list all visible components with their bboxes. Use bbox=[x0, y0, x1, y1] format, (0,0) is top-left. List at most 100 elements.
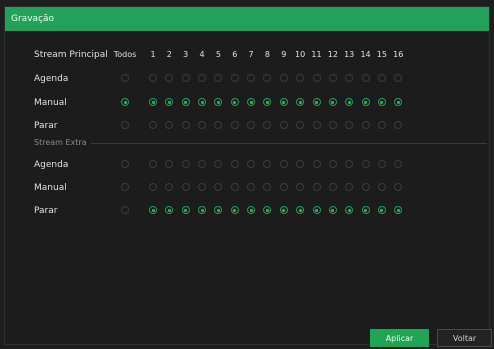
back-button[interactable]: Voltar bbox=[437, 329, 492, 347]
todos-radio[interactable] bbox=[121, 160, 129, 168]
channel-radio-5[interactable] bbox=[214, 121, 223, 129]
channel-radio-5[interactable] bbox=[214, 98, 223, 106]
channel-radio-6[interactable] bbox=[230, 121, 239, 129]
channel-radio-1[interactable] bbox=[149, 98, 157, 106]
channel-radio-16[interactable] bbox=[394, 74, 403, 82]
channel-radio-2[interactable] bbox=[165, 206, 174, 214]
channel-radio-15[interactable] bbox=[377, 98, 386, 106]
channel-radio-10[interactable] bbox=[296, 206, 305, 214]
channel-radio-7[interactable] bbox=[247, 183, 256, 191]
channel-radio-15[interactable] bbox=[377, 183, 386, 191]
channel-radio-14[interactable] bbox=[361, 160, 370, 168]
channel-radio-3[interactable] bbox=[181, 160, 190, 168]
channel-radio-1[interactable] bbox=[149, 206, 157, 214]
channel-radio-3[interactable] bbox=[181, 98, 190, 106]
channel-radio-4[interactable] bbox=[198, 183, 207, 191]
channel-radio-14[interactable] bbox=[361, 74, 370, 82]
channel-radio-7[interactable] bbox=[247, 206, 256, 214]
channel-radio-1[interactable] bbox=[149, 74, 157, 82]
channel-radio-2[interactable] bbox=[165, 98, 174, 106]
channel-radio-4[interactable] bbox=[198, 160, 207, 168]
channel-radio-10[interactable] bbox=[296, 160, 305, 168]
channel-radio-16[interactable] bbox=[394, 121, 403, 129]
channel-radio-5[interactable] bbox=[214, 183, 223, 191]
channel-radio-3[interactable] bbox=[181, 183, 190, 191]
channel-radio-15[interactable] bbox=[377, 160, 386, 168]
channel-radio-13[interactable] bbox=[345, 160, 354, 168]
channel-radio-6[interactable] bbox=[230, 206, 239, 214]
todos-radio[interactable] bbox=[121, 121, 129, 129]
channel-radio-10[interactable] bbox=[296, 183, 305, 191]
channel-radio-11[interactable] bbox=[312, 74, 321, 82]
channel-radio-14[interactable] bbox=[361, 206, 370, 214]
channel-radio-16[interactable] bbox=[394, 160, 403, 168]
channel-radio-8[interactable] bbox=[263, 74, 272, 82]
channel-radio-15[interactable] bbox=[377, 206, 386, 214]
channel-radio-12[interactable] bbox=[328, 206, 337, 214]
channel-radio-12[interactable] bbox=[328, 98, 337, 106]
channel-radio-9[interactable] bbox=[279, 183, 288, 191]
channel-radio-1[interactable] bbox=[149, 160, 157, 168]
channel-radio-8[interactable] bbox=[263, 183, 272, 191]
channel-radio-8[interactable] bbox=[263, 98, 272, 106]
channel-radio-13[interactable] bbox=[345, 206, 354, 214]
channel-radio-14[interactable] bbox=[361, 98, 370, 106]
channel-radio-12[interactable] bbox=[328, 74, 337, 82]
channel-radio-6[interactable] bbox=[230, 160, 239, 168]
channel-radio-15[interactable] bbox=[377, 74, 386, 82]
channel-radio-11[interactable] bbox=[312, 206, 321, 214]
channel-radio-2[interactable] bbox=[165, 74, 174, 82]
channel-radio-2[interactable] bbox=[165, 121, 174, 129]
todos-radio[interactable] bbox=[121, 98, 129, 106]
todos-radio[interactable] bbox=[121, 206, 129, 214]
channel-radio-5[interactable] bbox=[214, 206, 223, 214]
channel-radio-12[interactable] bbox=[328, 160, 337, 168]
channel-radio-4[interactable] bbox=[198, 121, 207, 129]
channel-radio-7[interactable] bbox=[247, 160, 256, 168]
channel-radio-6[interactable] bbox=[230, 98, 239, 106]
channel-radio-1[interactable] bbox=[149, 183, 157, 191]
channel-radio-4[interactable] bbox=[198, 98, 207, 106]
channel-radio-2[interactable] bbox=[165, 183, 174, 191]
channel-radio-11[interactable] bbox=[312, 160, 321, 168]
channel-radio-9[interactable] bbox=[279, 121, 288, 129]
channel-radio-11[interactable] bbox=[312, 98, 321, 106]
channel-radio-12[interactable] bbox=[328, 121, 337, 129]
channel-radio-10[interactable] bbox=[296, 74, 305, 82]
channel-radio-16[interactable] bbox=[394, 183, 403, 191]
channel-radio-7[interactable] bbox=[247, 98, 256, 106]
channel-radio-16[interactable] bbox=[394, 98, 403, 106]
channel-radio-1[interactable] bbox=[149, 121, 157, 129]
channel-radio-10[interactable] bbox=[296, 98, 305, 106]
channel-radio-11[interactable] bbox=[312, 183, 321, 191]
channel-radio-9[interactable] bbox=[279, 206, 288, 214]
channel-radio-12[interactable] bbox=[328, 183, 337, 191]
channel-radio-8[interactable] bbox=[263, 160, 272, 168]
channel-radio-9[interactable] bbox=[279, 98, 288, 106]
channel-radio-15[interactable] bbox=[377, 121, 386, 129]
channel-radio-6[interactable] bbox=[230, 74, 239, 82]
channel-radio-13[interactable] bbox=[345, 121, 354, 129]
channel-radio-2[interactable] bbox=[165, 160, 174, 168]
channel-radio-10[interactable] bbox=[296, 121, 305, 129]
channel-radio-3[interactable] bbox=[181, 74, 190, 82]
apply-button[interactable]: Aplicar bbox=[370, 329, 429, 347]
channel-radio-14[interactable] bbox=[361, 183, 370, 191]
channel-radio-13[interactable] bbox=[345, 74, 354, 82]
todos-radio[interactable] bbox=[121, 183, 129, 191]
channel-radio-6[interactable] bbox=[230, 183, 239, 191]
channel-radio-7[interactable] bbox=[247, 74, 256, 82]
channel-radio-9[interactable] bbox=[279, 160, 288, 168]
channel-radio-8[interactable] bbox=[263, 121, 272, 129]
channel-radio-4[interactable] bbox=[198, 74, 207, 82]
channel-radio-9[interactable] bbox=[279, 74, 288, 82]
channel-radio-5[interactable] bbox=[214, 160, 223, 168]
channel-radio-8[interactable] bbox=[263, 206, 272, 214]
channel-radio-13[interactable] bbox=[345, 183, 354, 191]
todos-radio[interactable] bbox=[121, 74, 129, 82]
channel-radio-3[interactable] bbox=[181, 121, 190, 129]
channel-radio-16[interactable] bbox=[394, 206, 403, 214]
channel-radio-13[interactable] bbox=[345, 98, 354, 106]
channel-radio-4[interactable] bbox=[198, 206, 207, 214]
channel-radio-11[interactable] bbox=[312, 121, 321, 129]
